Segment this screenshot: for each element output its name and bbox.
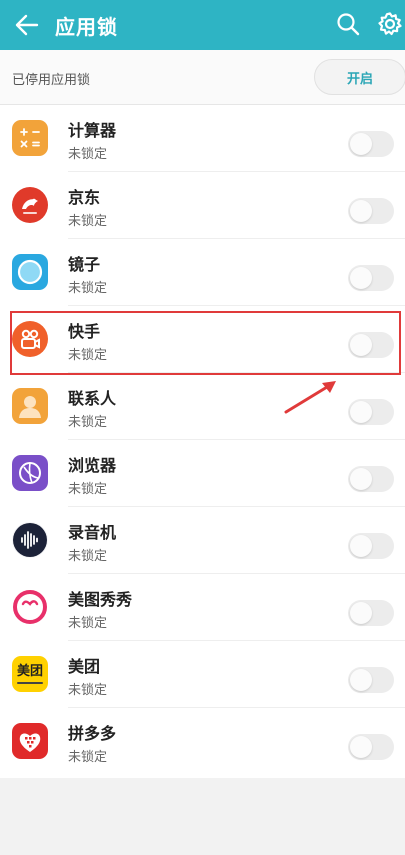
meituan-icon: 美团: [12, 656, 48, 692]
app-name: 浏览器: [68, 456, 117, 475]
lock-status: 未锁定: [68, 482, 108, 497]
lock-status: 未锁定: [68, 281, 108, 296]
list-item[interactable]: 联系人 未锁定: [0, 373, 405, 440]
mirror-icon: [12, 254, 48, 290]
app-lock-status-bar: 已停用应用锁 开启: [0, 50, 405, 104]
lock-status: 未锁定: [68, 549, 108, 564]
lock-toggle[interactable]: [348, 265, 394, 291]
app-name: 录音机: [68, 523, 117, 542]
lock-toggle[interactable]: [348, 332, 394, 358]
app-lock-status-label: 已停用应用锁: [12, 73, 91, 88]
calculator-icon: [12, 120, 48, 156]
list-item[interactable]: 浏览器 未锁定: [0, 440, 405, 507]
lock-toggle[interactable]: [348, 399, 394, 425]
lock-status: 未锁定: [68, 683, 108, 698]
app-bar: 应用锁: [0, 0, 405, 50]
pinduoduo-icon: [12, 723, 48, 759]
app-name: 计算器: [68, 121, 117, 140]
enable-app-lock-button[interactable]: 开启: [314, 59, 405, 95]
browser-icon: [12, 455, 48, 491]
jd-icon: [12, 187, 48, 223]
list-item[interactable]: 快手 未锁定: [0, 306, 405, 373]
lock-toggle[interactable]: [348, 734, 394, 760]
list-item[interactable]: 京东 未锁定: [0, 172, 405, 239]
app-name: 拼多多: [68, 724, 117, 743]
lock-toggle[interactable]: [348, 198, 394, 224]
meituan-icon-text: 美团: [16, 663, 43, 679]
lock-status: 未锁定: [68, 616, 108, 631]
lock-toggle[interactable]: [348, 131, 394, 157]
lock-toggle[interactable]: [348, 466, 394, 492]
search-icon: [337, 13, 360, 36]
lock-toggle[interactable]: [348, 533, 394, 559]
kuaishou-icon: [12, 321, 48, 357]
page-title: 应用锁: [55, 15, 118, 39]
meitu-icon: [12, 589, 48, 625]
lock-status: 未锁定: [68, 348, 108, 363]
app-name: 美团: [68, 657, 101, 676]
list-item[interactable]: 美团 美团 未锁定: [0, 641, 405, 708]
app-name: 镜子: [68, 255, 101, 274]
app-name: 美图秀秀: [68, 590, 133, 609]
app-name: 快手: [68, 322, 101, 341]
arrow-left-icon: [15, 14, 39, 36]
back-button[interactable]: [10, 8, 44, 42]
annotation-arrow-icon: [284, 381, 336, 414]
app-name: 联系人: [68, 389, 117, 408]
list-item[interactable]: 录音机 未锁定: [0, 507, 405, 574]
list-item[interactable]: 拼多多 未锁定: [0, 708, 405, 775]
gear-icon: [378, 12, 402, 36]
lock-status: 未锁定: [68, 415, 108, 430]
list-item[interactable]: 镜子 未锁定: [0, 239, 405, 306]
contacts-icon: [12, 388, 48, 424]
settings-button[interactable]: [373, 7, 405, 41]
list-item[interactable]: 美图秀秀 未锁定: [0, 574, 405, 641]
lock-toggle[interactable]: [348, 667, 394, 693]
list-item[interactable]: 计算器 未锁定: [0, 105, 405, 172]
list-bottom-area: [0, 778, 405, 855]
app-name: 京东: [68, 188, 101, 207]
meituan-icon-tagline: [17, 681, 43, 684]
lock-status: 未锁定: [68, 214, 108, 229]
lock-status: 未锁定: [68, 147, 108, 162]
lock-toggle[interactable]: [348, 600, 394, 626]
search-button[interactable]: [332, 8, 364, 40]
app-list: 计算器 未锁定 京东 未锁定 镜子 未锁定 快手 未锁定 联系人 未锁定 浏览器…: [0, 104, 405, 778]
recorder-icon: [12, 522, 48, 558]
lock-status: 未锁定: [68, 750, 108, 765]
